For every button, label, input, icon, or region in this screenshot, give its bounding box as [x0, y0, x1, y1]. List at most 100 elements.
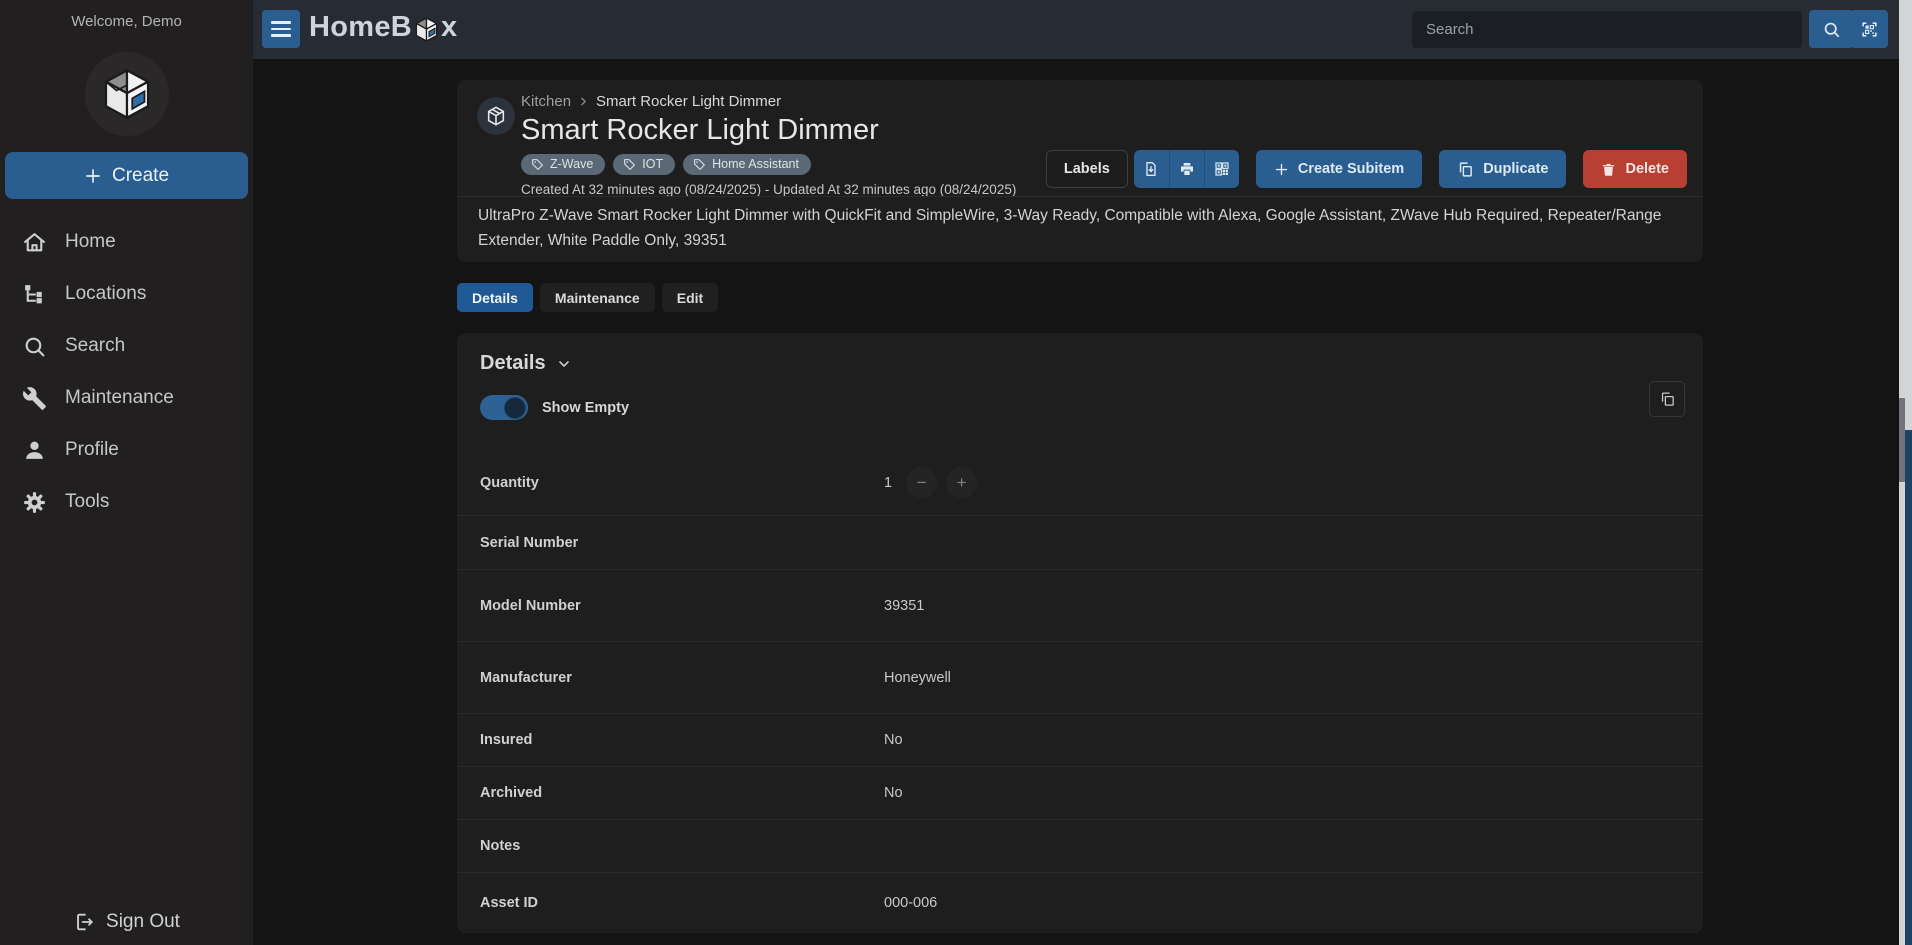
- labels-button[interactable]: Labels: [1046, 150, 1128, 188]
- tag-zwave[interactable]: Z-Wave: [521, 154, 605, 175]
- printer-icon: [1179, 161, 1195, 177]
- item-tabs: Details Maintenance Edit: [457, 283, 718, 312]
- tags-row: Z-Wave IOT Home Assistant: [521, 154, 811, 175]
- detail-row-insured: Insured No: [457, 714, 1703, 767]
- item-actions: Labels: [1046, 150, 1687, 188]
- field-label: Notes: [480, 838, 884, 854]
- top-navbar: HomeB x: [253, 0, 1899, 59]
- sidebar-item-profile[interactable]: Profile: [0, 424, 253, 476]
- detail-row-asset-id: Asset ID 000-006: [457, 873, 1703, 933]
- delete-button[interactable]: Delete: [1583, 150, 1687, 188]
- file-download-icon: [1143, 161, 1159, 177]
- sidebar-item-search[interactable]: Search: [0, 320, 253, 372]
- field-label: Insured: [480, 732, 884, 748]
- tab-maintenance[interactable]: Maintenance: [540, 283, 655, 312]
- quantity-stepper: − +: [906, 467, 977, 498]
- person-icon: [22, 438, 47, 463]
- tag-home-assistant[interactable]: Home Assistant: [683, 154, 811, 175]
- field-value: Honeywell: [884, 670, 951, 686]
- created-updated-meta: Created At 32 minutes ago (08/24/2025) -…: [521, 182, 1016, 197]
- page-title: Smart Rocker Light Dimmer: [521, 114, 879, 147]
- search-input[interactable]: [1412, 11, 1802, 48]
- field-label: Serial Number: [480, 535, 884, 551]
- show-empty-toggle[interactable]: [480, 395, 528, 420]
- field-label: Asset ID: [480, 895, 884, 911]
- sign-out-icon: [73, 911, 95, 933]
- box-outline-icon: [485, 105, 507, 127]
- create-button-label: Create: [112, 165, 169, 187]
- menu-button[interactable]: [262, 10, 300, 48]
- item-avatar: [477, 97, 515, 135]
- detail-row-notes: Notes: [457, 820, 1703, 873]
- item-header-card: Kitchen Smart Rocker Light Dimmer Smart …: [457, 80, 1703, 262]
- copy-icon: [1659, 391, 1676, 408]
- breadcrumb-parent-link[interactable]: Kitchen: [521, 93, 571, 110]
- tab-details[interactable]: Details: [457, 283, 533, 312]
- sidebar-item-locations[interactable]: Locations: [0, 268, 253, 320]
- homebox-logo: [85, 52, 169, 136]
- chevron-down-icon: [556, 356, 572, 372]
- sign-out-button[interactable]: Sign Out: [0, 899, 253, 945]
- tag-iot[interactable]: IOT: [613, 154, 675, 175]
- main-content: Kitchen Smart Rocker Light Dimmer Smart …: [253, 59, 1899, 945]
- field-value: No: [884, 785, 903, 801]
- details-card: Details Show Empty Quantity 1 − + Serial…: [457, 333, 1703, 933]
- detail-row-quantity: Quantity 1 − +: [457, 450, 1703, 516]
- brand-box-icon: [413, 16, 440, 43]
- scrollbar[interactable]: [1899, 0, 1912, 945]
- duplicate-icon: [1457, 161, 1474, 178]
- qr-code-icon: [1214, 161, 1230, 177]
- tab-edit[interactable]: Edit: [662, 283, 718, 312]
- quantity-decrement-button[interactable]: −: [906, 467, 937, 498]
- file-download-button[interactable]: [1134, 150, 1169, 188]
- detail-row-archived: Archived No: [457, 767, 1703, 820]
- duplicate-button[interactable]: Duplicate: [1439, 150, 1566, 188]
- show-empty-label: Show Empty: [542, 400, 629, 416]
- field-label: Model Number: [480, 598, 884, 614]
- field-value: 1 − +: [884, 467, 977, 498]
- tag-icon: [531, 158, 544, 171]
- plus-icon: [1274, 162, 1289, 177]
- field-label: Manufacturer: [480, 670, 884, 686]
- tag-icon: [693, 158, 706, 171]
- create-button[interactable]: Create: [5, 152, 248, 199]
- divider: [457, 196, 1703, 197]
- gear-icon: [22, 490, 47, 515]
- search-icon: [1822, 20, 1841, 39]
- details-section-header[interactable]: Details: [480, 352, 572, 375]
- qr-code-button[interactable]: [1204, 150, 1239, 188]
- detail-row-model-number: Model Number 39351: [457, 570, 1703, 642]
- show-empty-row: Show Empty: [480, 395, 629, 420]
- sidebar-item-home[interactable]: Home: [0, 216, 253, 268]
- home-icon: [22, 230, 47, 255]
- search-submit-button[interactable]: [1809, 10, 1853, 48]
- sidebar-item-maintenance[interactable]: Maintenance: [0, 372, 253, 424]
- copy-details-button[interactable]: [1649, 381, 1685, 417]
- details-rows: Quantity 1 − + Serial Number Model Numbe…: [457, 450, 1703, 933]
- wrench-icon: [22, 386, 47, 411]
- field-label: Archived: [480, 785, 884, 801]
- box-logo-icon: [99, 66, 155, 122]
- welcome-text: Welcome, Demo: [0, 13, 253, 30]
- quantity-increment-button[interactable]: +: [946, 467, 977, 498]
- breadcrumb-current: Smart Rocker Light Dimmer: [596, 93, 781, 110]
- search-icon: [22, 334, 47, 359]
- sidebar-nav: Home Locations Search Maintenance Profil…: [0, 216, 253, 528]
- detail-row-serial-number: Serial Number: [457, 516, 1703, 570]
- tag-icon: [623, 158, 636, 171]
- qr-scan-button[interactable]: [1850, 10, 1888, 48]
- sidebar-item-tools[interactable]: Tools: [0, 476, 253, 528]
- print-button[interactable]: [1169, 150, 1204, 188]
- trash-icon: [1601, 162, 1616, 177]
- chevron-right-icon: [577, 95, 590, 108]
- item-description: UltraPro Z-Wave Smart Rocker Light Dimme…: [478, 204, 1682, 254]
- screen-edge-strip: [1905, 0, 1912, 945]
- brand-title[interactable]: HomeB x: [309, 11, 457, 44]
- plus-icon: [84, 167, 102, 185]
- create-subitem-button[interactable]: Create Subitem: [1256, 150, 1422, 188]
- field-value: 39351: [884, 598, 924, 614]
- sidebar: Welcome, Demo Create Home: [0, 0, 253, 945]
- field-label: Quantity: [480, 475, 884, 491]
- field-value: 000-006: [884, 895, 937, 911]
- locations-tree-icon: [22, 282, 47, 307]
